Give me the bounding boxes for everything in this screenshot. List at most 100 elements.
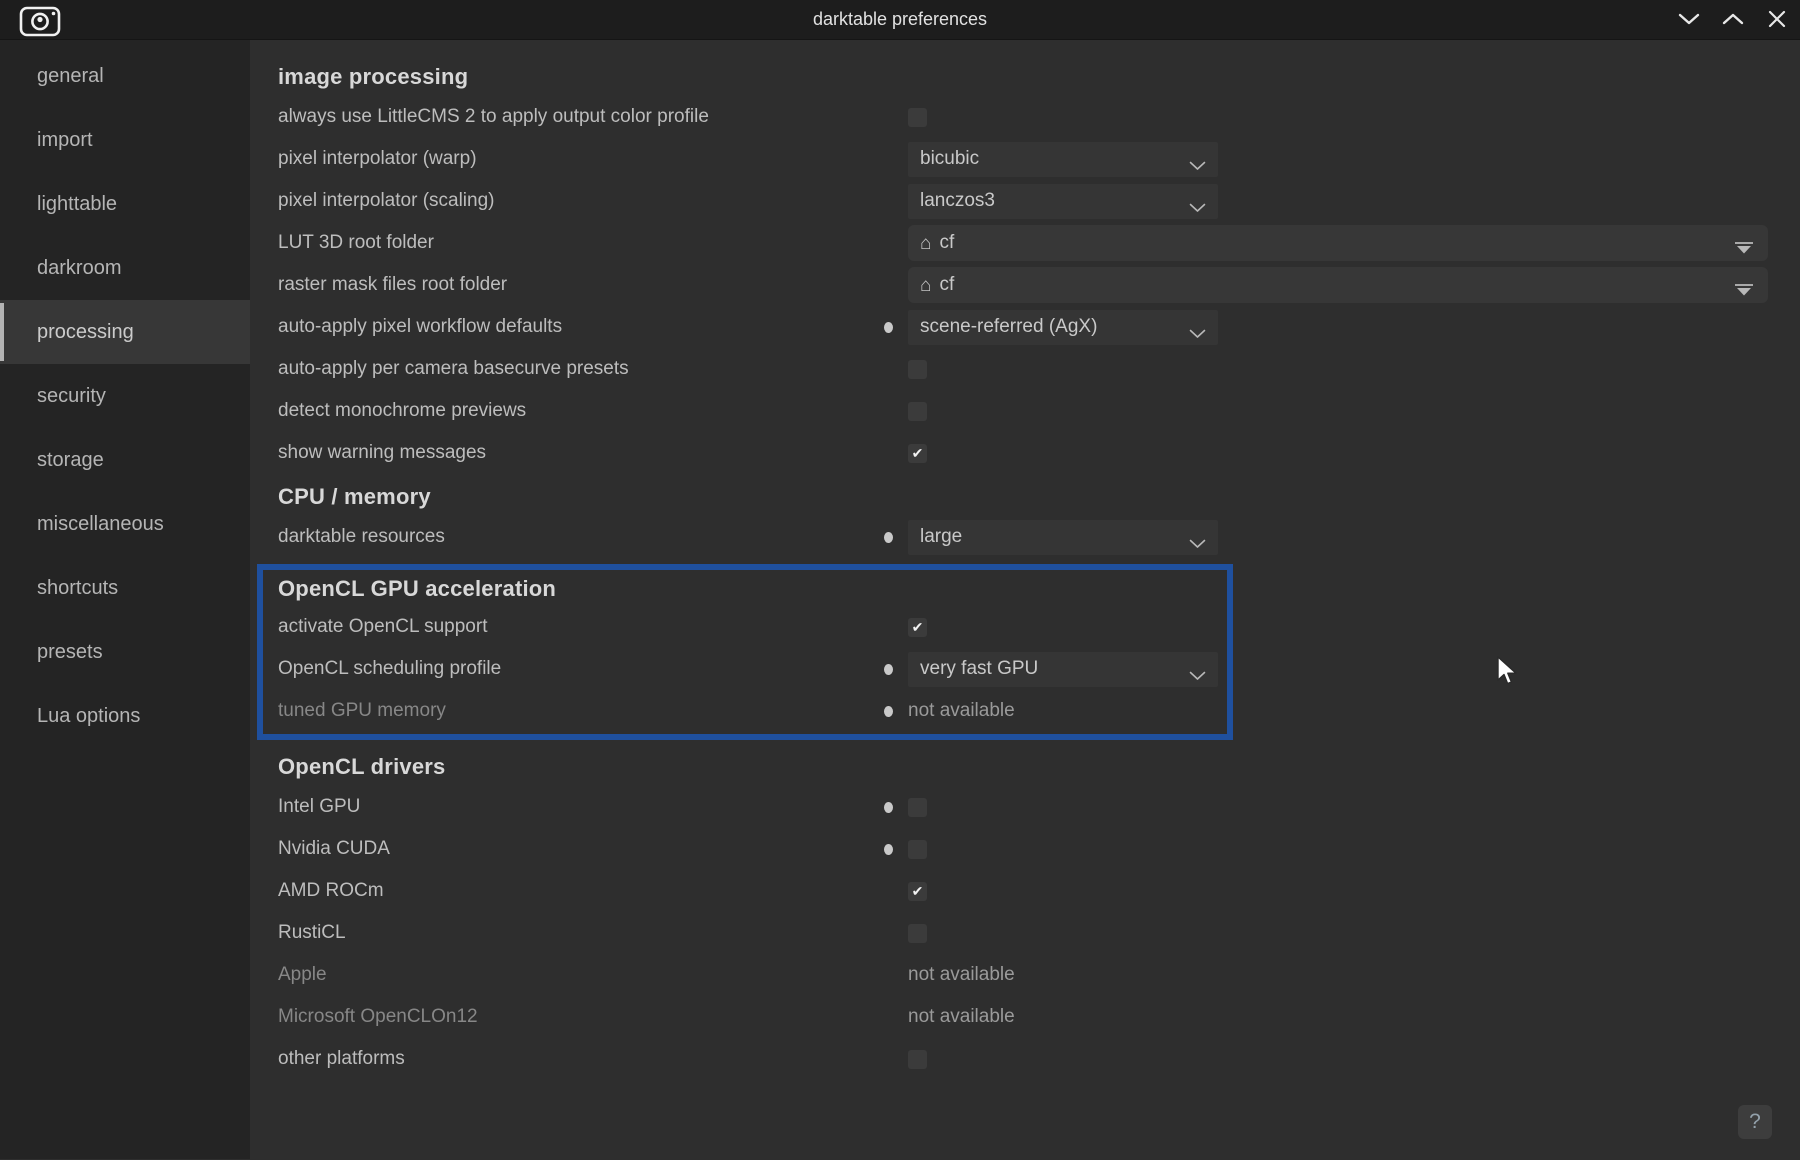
- preference-dropdown[interactable]: large: [908, 520, 1218, 555]
- window-close-button[interactable]: [1760, 3, 1794, 37]
- home-icon: ⌂: [920, 276, 931, 295]
- preference-row: darktable resourceslarge: [278, 516, 1800, 558]
- sidebar-item-label: shortcuts: [37, 577, 118, 600]
- preference-label: Intel GPU: [278, 796, 878, 818]
- sidebar-item-label: processing: [37, 321, 134, 344]
- modified-indicator-slot: [878, 322, 908, 333]
- preference-label: detect monochrome previews: [278, 400, 878, 422]
- preference-checkbox[interactable]: [908, 924, 927, 943]
- preference-dropdown[interactable]: very fast GPU: [908, 652, 1218, 687]
- sidebar-item-shortcuts[interactable]: shortcuts: [0, 556, 250, 620]
- preference-label: always use LittleCMS 2 to apply output c…: [278, 106, 878, 128]
- preference-label: other platforms: [278, 1048, 878, 1070]
- preference-row: other platforms: [278, 1038, 1800, 1080]
- sidebar-item-label: miscellaneous: [37, 513, 164, 536]
- folder-path-value: cf: [939, 232, 954, 254]
- dropdown-arrow-icon: [1734, 238, 1754, 260]
- sidebar-item-lighttable[interactable]: lighttable: [0, 172, 250, 236]
- sidebar-item-security[interactable]: security: [0, 364, 250, 428]
- sidebar-item-import[interactable]: import: [0, 108, 250, 172]
- chevron-down-icon: [1189, 665, 1206, 687]
- chevron-down-icon: [1189, 197, 1206, 219]
- sidebar-item-label: darkroom: [37, 257, 121, 280]
- modified-bullet-icon: [884, 844, 893, 855]
- titlebar: darktable preferences: [0, 0, 1800, 40]
- preference-checkbox[interactable]: [908, 1050, 927, 1069]
- preferences-sidebar: general importlighttable darkroom processin…: [0, 40, 250, 1159]
- dropdown-value: large: [920, 526, 962, 548]
- modified-bullet-icon: [884, 664, 893, 675]
- preference-row: OpenCL scheduling profile very fast GPU: [278, 648, 1227, 690]
- checkmark-icon: ✔: [912, 619, 924, 636]
- preference-row: AMD ROCm ✔: [278, 870, 1800, 912]
- section-title: OpenCL GPU acceleration: [278, 572, 1227, 606]
- chevron-down-icon: [1189, 155, 1206, 177]
- preference-dropdown[interactable]: scene-referred (AgX): [908, 310, 1218, 345]
- modified-indicator-slot: [878, 664, 908, 675]
- chevron-down-icon: [1678, 13, 1700, 28]
- close-icon: [1768, 10, 1786, 31]
- window-controls: [1672, 0, 1794, 40]
- section-opencl-drivers: OpenCL driversIntel GPUNvidia CUDAAMD RO…: [278, 748, 1800, 1080]
- preference-label: activate OpenCL support: [278, 616, 878, 638]
- chevron-down-icon: [1189, 323, 1206, 345]
- help-button[interactable]: ?: [1738, 1105, 1772, 1139]
- preference-row: auto-apply pixel workflow defaults scene-…: [278, 306, 1800, 348]
- sidebar-item-miscellaneous[interactable]: miscellaneous: [0, 492, 250, 556]
- modified-indicator-slot: [878, 844, 908, 855]
- folder-path-combo[interactable]: ⌂ cf: [908, 225, 1768, 261]
- modified-indicator-slot: [878, 532, 908, 543]
- preference-label: pixel interpolator (warp): [278, 148, 878, 170]
- preference-row: tuned GPU memory not available: [278, 690, 1227, 732]
- preference-row: show warning messages✔: [278, 432, 1800, 474]
- modified-bullet-icon: [884, 706, 893, 717]
- sidebar-item-label: Lua options: [37, 705, 140, 728]
- section-title: image processing: [278, 58, 1800, 96]
- dropdown-value: lanczos3: [920, 190, 995, 212]
- sidebar-item-darkroom[interactable]: darkroom: [0, 236, 250, 300]
- sidebar-item-processing[interactable]: processing: [0, 300, 250, 364]
- modified-indicator-slot: [878, 706, 908, 717]
- window-shade-button[interactable]: [1716, 3, 1750, 37]
- preference-label: OpenCL scheduling profile: [278, 658, 878, 680]
- preference-checkbox[interactable]: [908, 108, 927, 127]
- preference-checkbox[interactable]: ✔: [908, 882, 927, 901]
- preference-row: pixel interpolator (scaling)lanczos3: [278, 180, 1800, 222]
- preference-checkbox[interactable]: [908, 360, 927, 379]
- home-icon: ⌂: [920, 234, 931, 253]
- sidebar-item-presets[interactable]: presets: [0, 620, 250, 684]
- sidebar-item-general[interactable]: general: [0, 44, 250, 108]
- sidebar-item-lua-options[interactable]: Lua options: [0, 684, 250, 748]
- preference-label: tuned GPU memory: [278, 700, 878, 722]
- darktable-logo-icon: [16, 4, 64, 38]
- preference-checkbox[interactable]: [908, 798, 927, 817]
- sidebar-item-storage[interactable]: storage: [0, 428, 250, 492]
- window-title: darktable preferences: [0, 9, 1800, 30]
- sidebar-item-label: general: [37, 65, 104, 88]
- preference-row: Microsoft OpenCLOn12not available: [278, 996, 1800, 1038]
- preference-checkbox[interactable]: ✔: [908, 444, 927, 463]
- preference-dropdown[interactable]: lanczos3: [908, 184, 1218, 219]
- sidebar-item-label: storage: [37, 449, 104, 472]
- preference-checkbox[interactable]: [908, 840, 927, 859]
- preference-row: Intel GPU: [278, 786, 1800, 828]
- window-unshade-button[interactable]: [1672, 3, 1706, 37]
- chevron-up-icon: [1722, 13, 1744, 28]
- preference-row: activate OpenCL support ✔: [278, 606, 1227, 648]
- preference-label: RustiCL: [278, 922, 878, 944]
- modified-bullet-icon: [884, 532, 893, 543]
- checkmark-icon: ✔: [912, 883, 924, 900]
- preference-value-text: not available: [908, 700, 1015, 722]
- preference-checkbox[interactable]: [908, 402, 927, 421]
- modified-bullet-icon: [884, 802, 893, 813]
- preferences-content: image processing always use LittleCMS 2 t…: [250, 40, 1800, 1159]
- preference-checkbox[interactable]: ✔: [908, 618, 927, 637]
- folder-path-combo[interactable]: ⌂ cf: [908, 267, 1768, 303]
- modified-indicator-slot: [878, 802, 908, 813]
- section-title: OpenCL drivers: [278, 748, 1800, 786]
- preference-label: AMD ROCm: [278, 880, 878, 902]
- preference-dropdown[interactable]: bicubic: [908, 142, 1218, 177]
- preference-row: Applenot available: [278, 954, 1800, 996]
- folder-path-value: cf: [939, 274, 954, 296]
- preference-label: auto-apply pixel workflow defaults: [278, 316, 878, 338]
